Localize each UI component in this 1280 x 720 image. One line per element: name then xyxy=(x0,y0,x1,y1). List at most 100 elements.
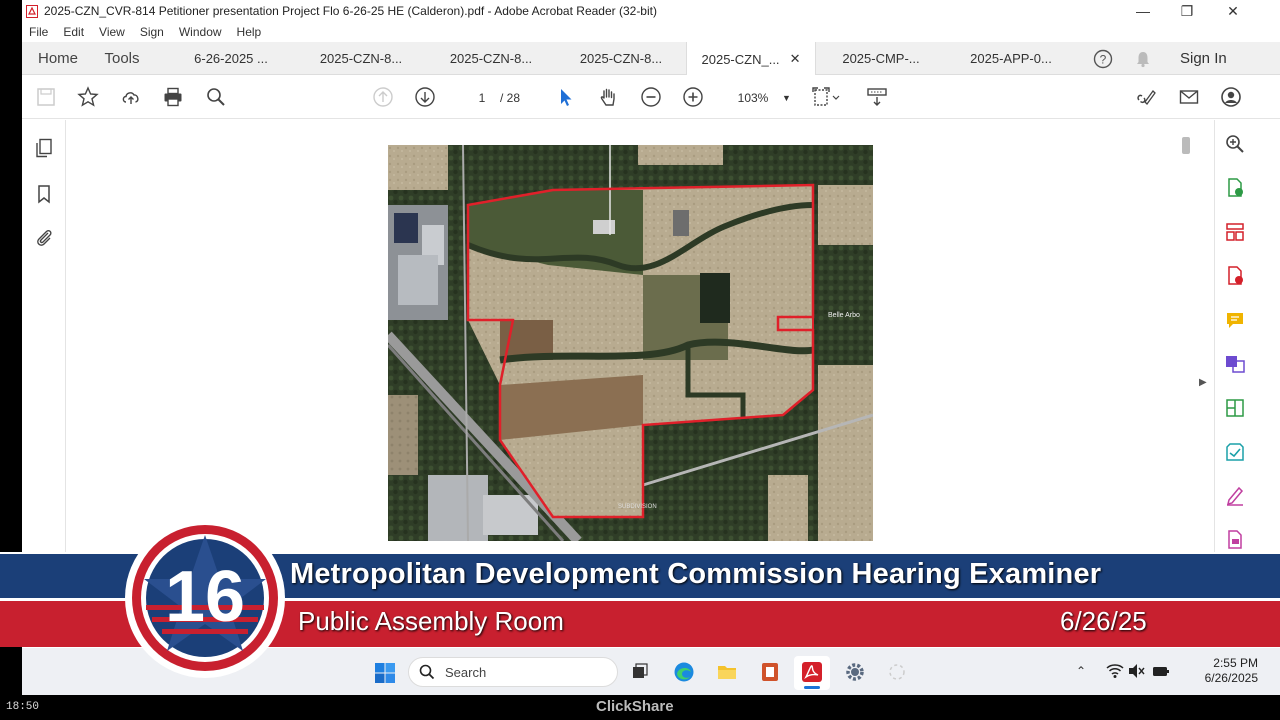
scan-ocr-button[interactable] xyxy=(1223,440,1247,464)
create-pdf-button[interactable] xyxy=(1223,264,1247,288)
zoom-level-select[interactable]: 103% ▼ xyxy=(730,89,800,107)
zoom-out-button[interactable] xyxy=(639,85,663,109)
clickshare-logo: ClickShare xyxy=(596,698,674,715)
bookmark-icon xyxy=(38,185,50,204)
attachments-button[interactable] xyxy=(32,226,56,250)
start-button[interactable] xyxy=(374,662,396,684)
bell-icon xyxy=(1137,51,1149,67)
office-app-button[interactable] xyxy=(759,661,781,683)
task-view-button[interactable] xyxy=(630,662,650,682)
menu-window[interactable]: Window xyxy=(179,25,222,39)
doc-tab-label: 2025-CMP-... xyxy=(842,51,920,66)
menu-edit[interactable]: Edit xyxy=(63,25,84,39)
tab-home[interactable]: Home xyxy=(36,42,80,75)
notifications-button[interactable] xyxy=(1132,42,1154,75)
doc-tab[interactable]: 2025-CMP-... xyxy=(816,42,946,75)
close-tab-icon[interactable]: ✕ xyxy=(790,51,801,67)
tab-tools[interactable]: Tools xyxy=(100,42,144,75)
scrollbar-thumb[interactable] xyxy=(1182,137,1190,154)
chevron-down-icon: ▼ xyxy=(782,93,791,103)
pages-icon xyxy=(36,138,52,158)
organize-pages-button[interactable] xyxy=(1223,220,1247,244)
magnifier-icon xyxy=(207,88,225,106)
file-explorer-button[interactable] xyxy=(716,661,738,683)
doc-tab[interactable]: 2025-CZN-8... xyxy=(556,42,686,75)
doc-tab[interactable]: 2025-CZN-8... xyxy=(426,42,556,75)
comment-button[interactable] xyxy=(1223,308,1247,332)
current-page-input[interactable]: 1 xyxy=(464,91,500,105)
select-tool-button[interactable] xyxy=(554,85,578,109)
share-link-button[interactable] xyxy=(1134,85,1158,109)
document-icon xyxy=(1228,530,1242,549)
scroll-mode-button[interactable] xyxy=(865,85,889,109)
restore-button[interactable]: ❐ xyxy=(1164,0,1210,22)
doc-tab[interactable]: 6-26-2025 ... xyxy=(166,42,296,75)
edge-app-button[interactable] xyxy=(673,661,695,683)
menu-help[interactable]: Help xyxy=(237,25,262,39)
settings-app-button[interactable] xyxy=(844,661,866,683)
banner-location: Public Assembly Room xyxy=(298,606,564,636)
upload-cloud-button[interactable] xyxy=(119,85,143,109)
taskbar-search-box[interactable]: Search xyxy=(408,657,618,687)
arrow-up-circle-icon xyxy=(373,87,393,107)
minimize-icon: — xyxy=(1136,3,1150,19)
svg-text:?: ? xyxy=(1100,52,1107,66)
doc-tab[interactable]: 2025-CZN-8... xyxy=(296,42,426,75)
next-page-button[interactable] xyxy=(413,85,437,109)
battery-button[interactable] xyxy=(1152,663,1170,679)
translate-icon xyxy=(1226,356,1245,373)
sign-in-button[interactable]: Sign In xyxy=(1180,42,1227,75)
doc-tab-label: 2025-CZN-8... xyxy=(579,51,663,66)
main-toolbar: 1 / 28 103% ▼ xyxy=(22,75,1280,119)
edit-pdf-icon xyxy=(1226,399,1244,417)
print-button[interactable] xyxy=(161,85,185,109)
page-view-button[interactable] xyxy=(811,85,843,109)
edit-pdf-button[interactable] xyxy=(1223,396,1247,420)
zoom-icon xyxy=(1226,135,1244,153)
fill-sign-button[interactable] xyxy=(1223,484,1247,508)
menu-file[interactable]: File xyxy=(29,25,48,39)
speaker-muted-icon xyxy=(1129,664,1145,678)
help-icon: ? xyxy=(1093,49,1113,68)
save-button[interactable] xyxy=(34,85,58,109)
volume-button[interactable] xyxy=(1128,663,1146,679)
restore-icon: ❐ xyxy=(1180,2,1194,19)
cursor-arrow-icon xyxy=(561,89,572,106)
edge-browser-icon xyxy=(674,662,694,682)
translate-button[interactable] xyxy=(1223,352,1247,376)
menu-sign[interactable]: Sign xyxy=(140,25,164,39)
cloud-upload-icon xyxy=(122,92,139,104)
channel-number: 16 xyxy=(165,557,245,637)
menu-view[interactable]: View xyxy=(99,25,125,39)
bookmarks-button[interactable] xyxy=(32,182,56,206)
export-pdf-button[interactable] xyxy=(1223,176,1247,200)
chevron-up-icon[interactable]: ⌃ xyxy=(1076,664,1086,678)
link-pen-icon xyxy=(1137,90,1156,105)
loading-spinner xyxy=(888,663,906,681)
email-button[interactable] xyxy=(1177,85,1201,109)
wifi-button[interactable] xyxy=(1106,663,1124,679)
help-button[interactable]: ? xyxy=(1092,42,1114,75)
arrow-down-circle-icon xyxy=(415,87,435,107)
enhanced-zoom-button[interactable] xyxy=(1223,132,1247,156)
hand-tool-button[interactable] xyxy=(596,85,620,109)
account-button[interactable] xyxy=(1219,85,1243,109)
doc-tab-label: 2025-CZN_... xyxy=(701,51,780,67)
page-thumbnails-button[interactable] xyxy=(32,136,56,160)
map-place-label: Belle Arbo xyxy=(828,312,860,319)
find-button[interactable] xyxy=(204,85,228,109)
doc-tab-active[interactable]: 2025-CZN_... ✕ xyxy=(686,42,816,76)
minimize-button[interactable]: — xyxy=(1120,0,1166,22)
close-window-button[interactable]: ✕ xyxy=(1210,0,1256,22)
bookmark-star-button[interactable] xyxy=(76,85,100,109)
previous-page-button[interactable] xyxy=(371,85,395,109)
acrobat-app-button[interactable] xyxy=(794,656,830,690)
doc-tab-label: 2025-APP-0... xyxy=(970,51,1052,66)
more-tools-button[interactable] xyxy=(1223,528,1247,552)
banner-date: 6/26/25 xyxy=(1060,606,1147,636)
zoom-in-button[interactable] xyxy=(681,85,705,109)
channel-logo-graphic: 16 xyxy=(125,518,285,678)
taskbar-clock[interactable]: 2:55 PM 6/26/2025 xyxy=(1178,656,1258,686)
collapse-right-pane-icon[interactable]: ▶ xyxy=(1199,377,1207,388)
doc-tab[interactable]: 2025-APP-0... xyxy=(946,42,1076,75)
